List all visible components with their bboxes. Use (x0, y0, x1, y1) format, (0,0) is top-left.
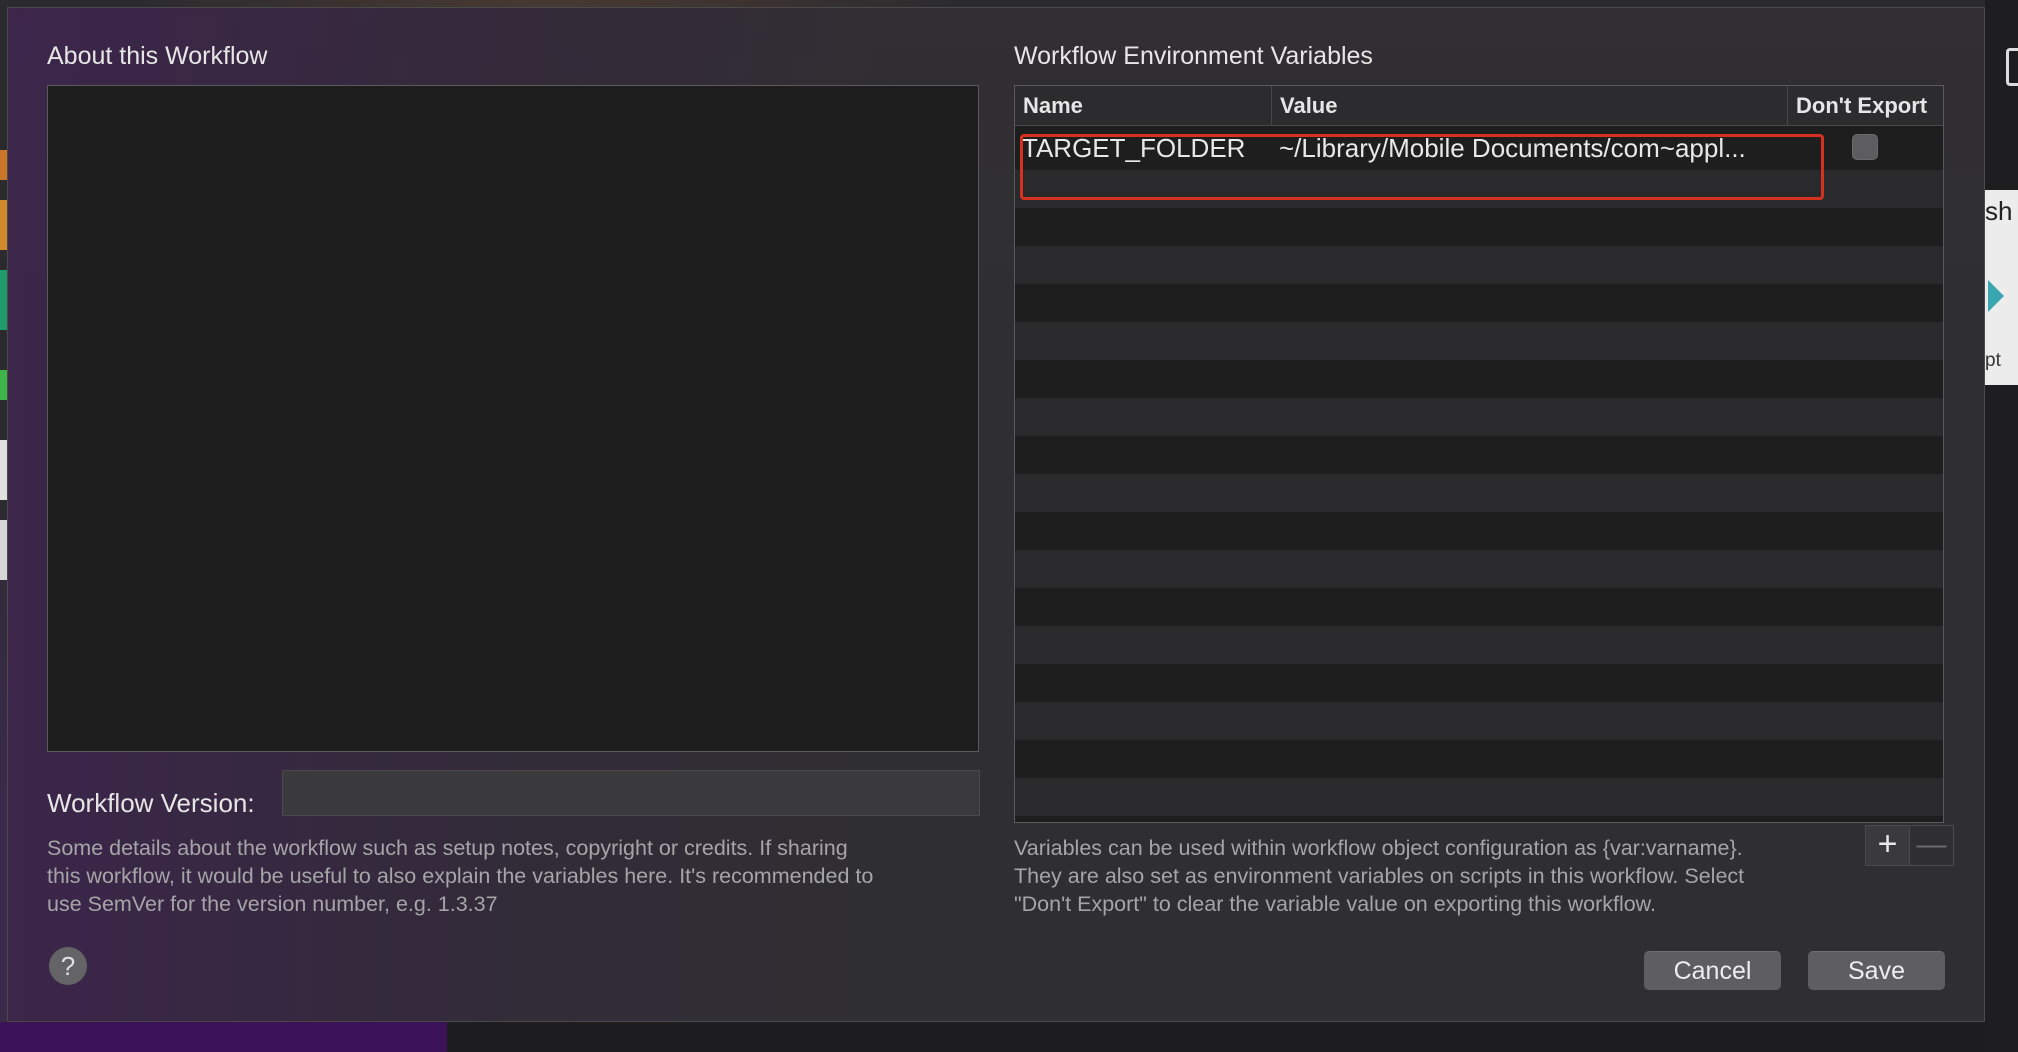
highlight-annotation (1020, 134, 1824, 200)
table-row (1015, 512, 1943, 550)
table-row (1015, 740, 1943, 778)
background-decor (0, 520, 7, 580)
table-row (1015, 550, 1943, 588)
about-textarea[interactable] (47, 85, 979, 752)
env-help-line: "Don't Export" to clear the variable val… (1014, 892, 1656, 916)
background-window (1985, 0, 2018, 1052)
save-button[interactable]: Save (1808, 951, 1945, 990)
table-row (1015, 702, 1943, 740)
background-decor (0, 150, 7, 180)
table-row (1015, 664, 1943, 702)
env-help-text: Variables can be used within workflow ob… (1014, 834, 1744, 918)
table-row (1015, 398, 1943, 436)
add-variable-button[interactable]: + (1866, 826, 1910, 865)
column-header-dont-export[interactable]: Don't Export (1787, 86, 1943, 126)
table-row (1015, 436, 1943, 474)
backdrop-strip-dark (447, 1022, 2018, 1052)
table-row (1015, 246, 1943, 284)
table-row (1015, 322, 1943, 360)
table-row (1015, 474, 1943, 512)
add-remove-control: + — (1865, 825, 1954, 866)
cancel-button[interactable]: Cancel (1644, 951, 1781, 990)
background-window-icon (2006, 48, 2018, 86)
background-decor (0, 370, 7, 400)
table-row (1015, 626, 1943, 664)
table-row (1015, 360, 1943, 398)
backdrop-strip (0, 1022, 447, 1052)
background-partial-text: pt (1985, 350, 2001, 371)
about-help-line: this workflow, it would be useful to als… (47, 864, 874, 888)
about-help-line: Some details about the workflow such as … (47, 836, 848, 860)
about-help-text: Some details about the workflow such as … (47, 834, 873, 918)
table-row (1015, 284, 1943, 322)
column-header-name[interactable]: Name (1015, 86, 1271, 126)
remove-variable-button[interactable]: — (1910, 826, 1953, 865)
background-partial-text: sh (1985, 196, 2013, 226)
table-row (1015, 588, 1943, 626)
env-help-line: They are also set as environment variabl… (1014, 864, 1745, 888)
table-row (1015, 208, 1943, 246)
version-label: Workflow Version: (47, 788, 255, 818)
about-help-line: use SemVer for the version number, e.g. … (47, 892, 498, 916)
column-header-value[interactable]: Value (1271, 86, 1787, 126)
workflow-configuration-sheet: About this Workflow Workflow Version: So… (7, 7, 1985, 1022)
version-input[interactable] (282, 770, 980, 816)
background-decor (0, 440, 7, 500)
table-header: Name Value Don't Export (1015, 86, 1943, 126)
help-button[interactable]: ? (49, 947, 87, 985)
background-decor (0, 200, 7, 250)
background-decor (0, 270, 7, 330)
background-connector-arrow-icon (1988, 280, 2004, 312)
dont-export-checkbox[interactable] (1852, 134, 1878, 160)
about-section-title: About this Workflow (47, 42, 268, 70)
env-help-line: Variables can be used within workflow ob… (1014, 836, 1743, 860)
env-section-title: Workflow Environment Variables (1014, 42, 1373, 70)
table-row (1015, 778, 1943, 816)
